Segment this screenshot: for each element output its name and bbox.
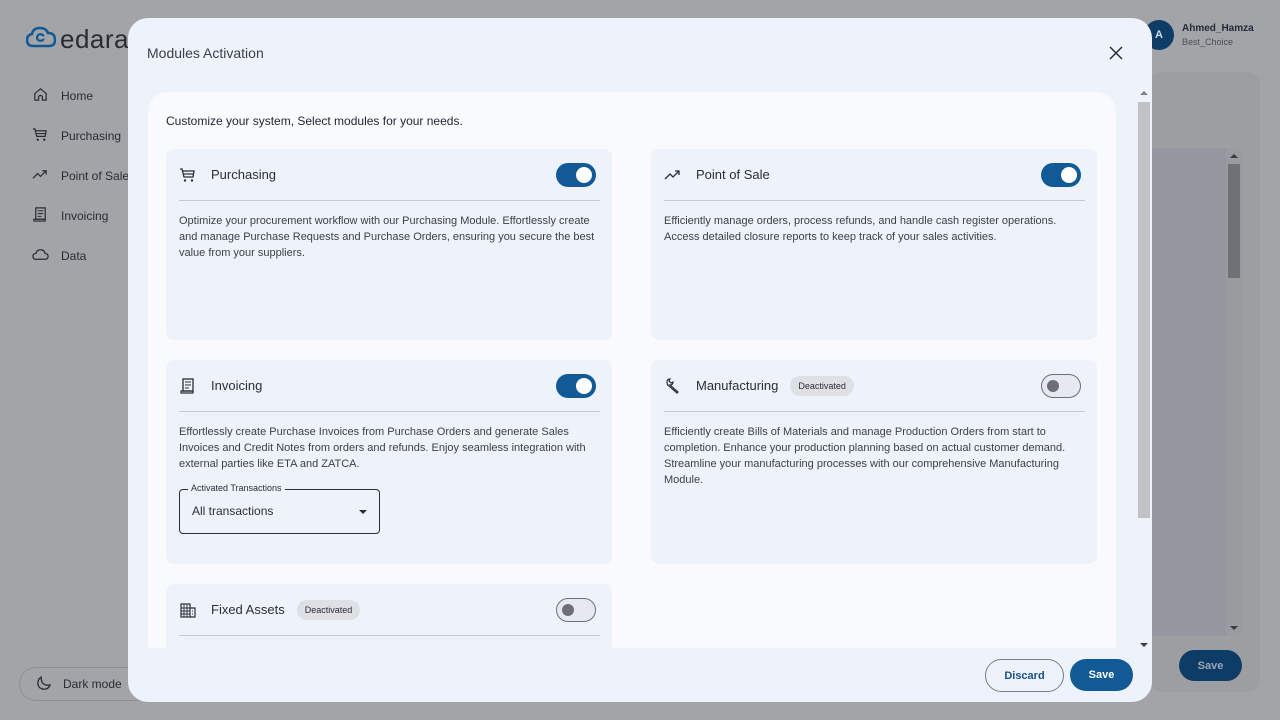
select-label: Activated Transactions — [188, 483, 285, 493]
toggle-knob — [562, 604, 574, 616]
wrench-icon — [664, 377, 682, 395]
module-description: Efficiently create Bills of Materials an… — [664, 426, 1066, 486]
toggle-knob — [576, 167, 592, 183]
module-card-fixed-assets: Fixed Assets Deactivated — [166, 584, 612, 648]
trending-up-icon — [664, 166, 682, 184]
background-scrollbar[interactable] — [1226, 148, 1242, 636]
sidebar-item-label: Purchasing — [61, 129, 122, 143]
module-description: Efficiently manage orders, process refun… — [664, 215, 1057, 243]
module-card-manufacturing: Manufacturing Deactivated Efficiently cr… — [651, 360, 1097, 564]
sidebar-nav: Home Purchasing Point of Sale Invoicing … — [32, 76, 129, 276]
sidebar-item-home[interactable]: Home — [32, 76, 129, 116]
building-icon — [179, 601, 197, 619]
scroll-down-icon[interactable] — [1230, 626, 1238, 630]
dialog-title: Modules Activation — [147, 45, 264, 61]
toggle-knob — [576, 378, 592, 394]
module-toggle[interactable] — [556, 374, 596, 398]
sidebar-item-invoicing[interactable]: Invoicing — [32, 196, 129, 236]
module-description: Effortlessly create Purchase Invoices fr… — [179, 426, 586, 470]
module-description: Optimize your procurement workflow with … — [179, 215, 595, 259]
discard-button[interactable]: Discard — [985, 659, 1064, 692]
dark-mode-label: Dark mode — [63, 677, 122, 691]
user-company: Best_Choice — [1182, 37, 1234, 47]
status-badge: Deactivated — [296, 599, 361, 620]
sidebar-item-purchasing[interactable]: Purchasing — [32, 116, 129, 156]
scrollbar-thumb[interactable] — [1228, 164, 1240, 278]
module-title: Purchasing — [211, 167, 277, 182]
dropdown-arrow-icon — [359, 510, 367, 514]
select-value: All transactions — [192, 504, 274, 518]
module-card-point-of-sale: Point of Sale Efficiently manage orders,… — [651, 149, 1097, 340]
module-toggle[interactable] — [556, 163, 596, 187]
activated-transactions-select[interactable]: Activated Transactions All transactions — [179, 483, 380, 534]
module-toggle[interactable] — [556, 598, 596, 622]
close-button[interactable] — [1107, 44, 1125, 62]
dialog-scrollbar[interactable] — [1136, 88, 1152, 648]
scroll-up-icon[interactable] — [1230, 154, 1238, 158]
receipt-icon — [179, 377, 197, 395]
module-toggle[interactable] — [1041, 163, 1081, 187]
sidebar-item-label: Data — [61, 249, 87, 263]
module-card-header: Fixed Assets Deactivated — [179, 584, 600, 636]
module-card-header: Manufacturing Deactivated — [664, 360, 1085, 412]
scrollbar-thumb[interactable] — [1138, 102, 1150, 518]
moon-icon — [35, 675, 51, 694]
user-name: Ahmed_Hamza — [1182, 23, 1254, 34]
save-button[interactable]: Save — [1070, 659, 1133, 691]
module-card-invoicing: Invoicing Effortlessly create Purchase I… — [166, 360, 612, 564]
module-title: Point of Sale — [696, 167, 770, 182]
modules-activation-dialog: Modules Activation Customize your system… — [128, 18, 1152, 702]
module-title: Invoicing — [211, 378, 263, 393]
module-card-header: Purchasing — [179, 149, 600, 201]
sidebar-item-point-of-sale[interactable]: Point of Sale — [32, 156, 129, 196]
scroll-down-icon[interactable] — [1140, 643, 1148, 647]
module-card-purchasing: Purchasing Optimize your procurement wor… — [166, 149, 612, 340]
toggle-knob — [1047, 380, 1059, 392]
toggle-knob — [1061, 167, 1077, 183]
user-menu[interactable]: A Ahmed_Hamza Best_Choice — [1144, 20, 1254, 50]
intro-text: Customize your system, Select modules fo… — [166, 114, 463, 128]
sidebar-item-label: Point of Sale — [61, 169, 130, 183]
trending-up-icon — [32, 166, 49, 186]
module-title: Manufacturing — [696, 378, 779, 393]
sidebar-item-label: Home — [61, 89, 94, 103]
modules-list: Customize your system, Select modules fo… — [148, 92, 1116, 648]
sidebar-item-data[interactable]: Data — [32, 236, 129, 276]
receipt-icon — [32, 206, 49, 226]
cart-icon — [32, 126, 49, 146]
status-badge: Deactivated — [790, 375, 854, 396]
cloud-icon — [32, 246, 49, 266]
cart-icon — [179, 166, 197, 184]
module-toggle[interactable] — [1041, 374, 1081, 398]
cloud-logo-icon — [25, 26, 57, 53]
module-card-header: Invoicing — [179, 360, 600, 412]
app-logo[interactable]: edara — [25, 24, 129, 55]
module-title: Fixed Assets — [211, 602, 285, 617]
close-icon — [1107, 46, 1125, 66]
logo-text: edara — [60, 24, 129, 54]
module-card-header: Point of Sale — [664, 149, 1085, 201]
scroll-up-icon[interactable] — [1140, 91, 1148, 95]
home-icon — [32, 86, 49, 106]
background-save-button[interactable]: Save — [1179, 650, 1242, 681]
sidebar-item-label: Invoicing — [61, 209, 109, 223]
